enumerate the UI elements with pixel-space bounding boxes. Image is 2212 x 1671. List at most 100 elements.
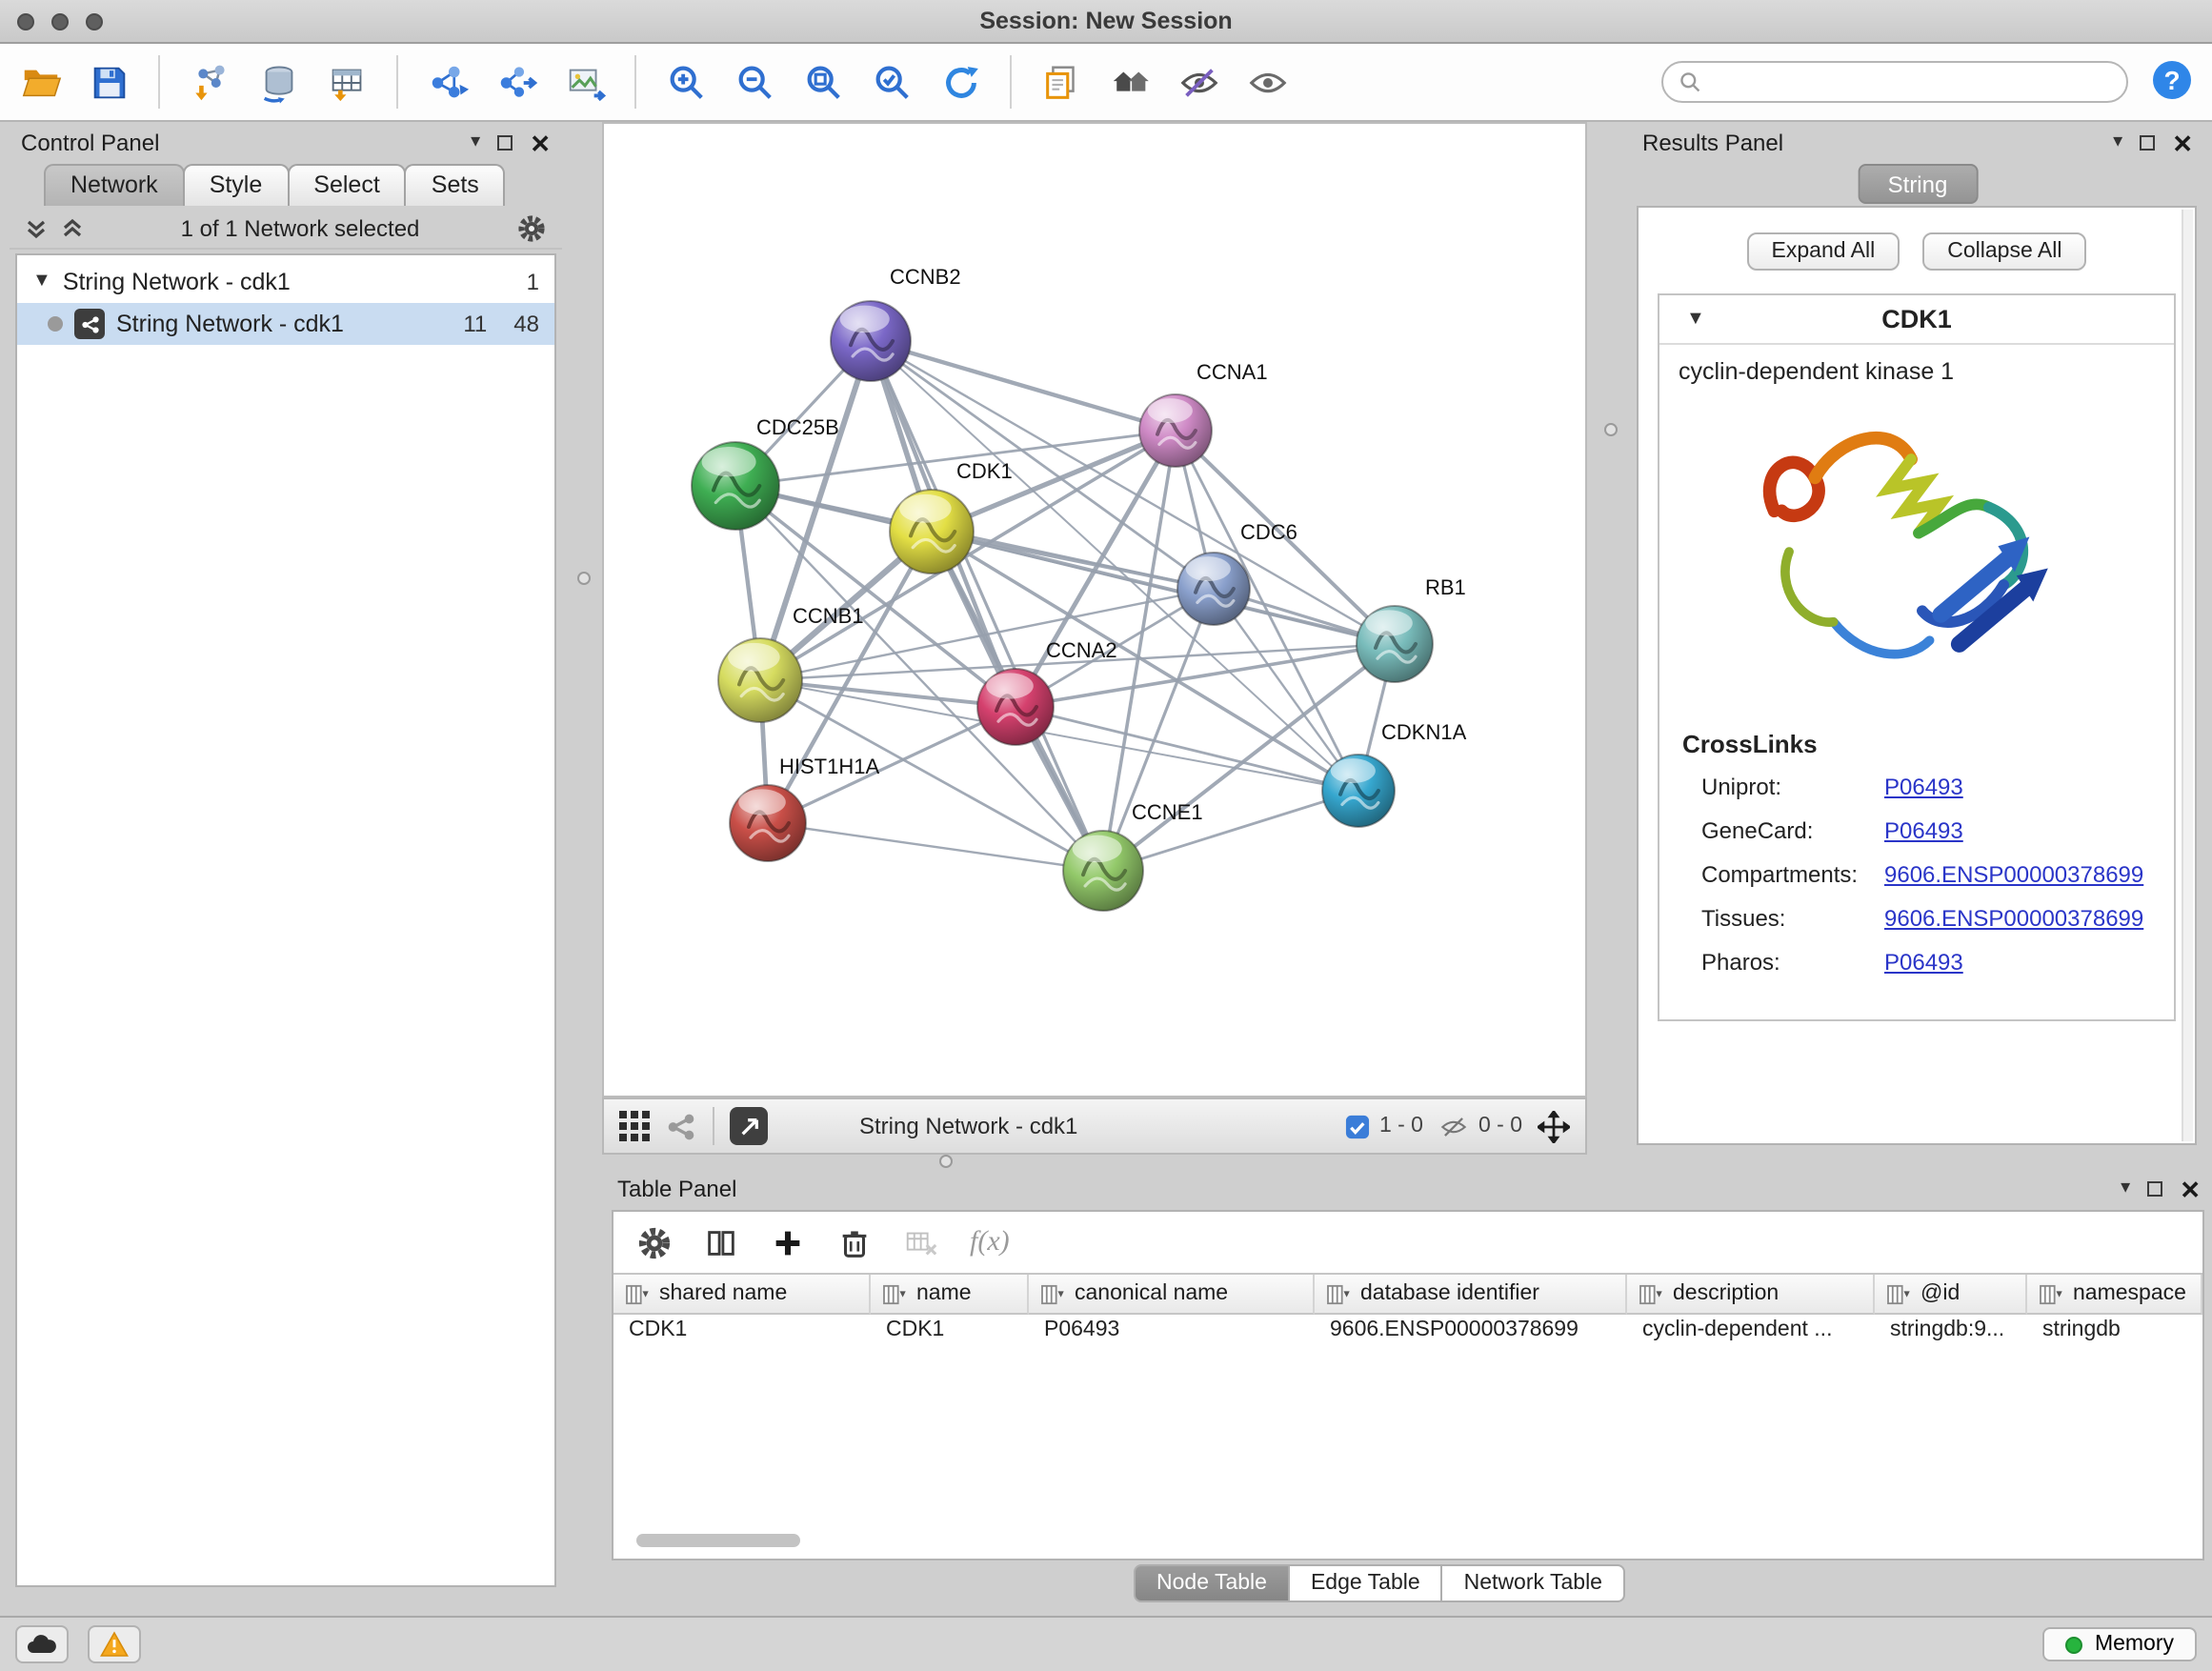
tab-node-table[interactable]: Node Table xyxy=(1134,1564,1290,1602)
search-input[interactable] xyxy=(1711,70,2111,93)
zoom-selected-button[interactable] xyxy=(867,55,916,109)
zoom-in-button[interactable] xyxy=(661,55,711,109)
network-graph[interactable]: CCNB2CCNA1CDC25BCDK1CDC6RB1CCNB1CCNA2CDK… xyxy=(604,124,1585,1096)
column-sort-icon[interactable] xyxy=(625,1283,650,1304)
close-panel-icon[interactable]: ✕ xyxy=(2172,131,2193,155)
results-scrollbar[interactable] xyxy=(2182,210,2193,1141)
refresh-view-button[interactable] xyxy=(935,55,985,109)
column-sort-icon[interactable] xyxy=(1886,1283,1911,1304)
tab-network-table[interactable]: Network Table xyxy=(1441,1564,1625,1602)
left-splitter-grip[interactable] xyxy=(577,572,591,585)
column-header[interactable]: namespace xyxy=(2027,1275,2202,1315)
collection-disclosure-icon[interactable]: ▼ xyxy=(32,272,51,292)
crosslink-link[interactable]: 9606.ENSP00000378699 xyxy=(1884,861,2143,888)
expand-all-button[interactable]: Expand All xyxy=(1747,232,1900,271)
float-panel-icon[interactable] xyxy=(2147,1181,2162,1197)
table-cell[interactable]: stringdb:9... xyxy=(1875,1315,2027,1353)
tab-style[interactable]: Style xyxy=(183,164,290,206)
function-builder-icon[interactable]: f(x) xyxy=(970,1226,1010,1258)
column-sort-icon[interactable] xyxy=(882,1283,907,1304)
network-node-ccna1[interactable]: CCNA1 xyxy=(1139,360,1268,467)
column-sort-icon[interactable] xyxy=(1639,1283,1663,1304)
panel-menu-icon[interactable]: ▾ xyxy=(471,133,480,152)
close-panel-icon[interactable]: ✕ xyxy=(2180,1177,2201,1201)
help-button[interactable]: ? xyxy=(2147,57,2197,107)
table-cell[interactable]: P06493 xyxy=(1029,1315,1315,1353)
float-panel-icon[interactable] xyxy=(2140,135,2155,151)
copy-view-button[interactable] xyxy=(1036,55,1086,109)
network-row-selected[interactable]: String Network - cdk1 11 48 xyxy=(17,303,554,345)
delete-column-trash-icon[interactable] xyxy=(836,1224,873,1260)
expand-all-networks-icon[interactable] xyxy=(25,217,48,240)
network-edge[interactable] xyxy=(932,532,1395,644)
pan-mode-icon[interactable] xyxy=(1538,1110,1570,1142)
column-header[interactable]: description xyxy=(1627,1275,1875,1315)
birds-eye-view-icon[interactable] xyxy=(619,1111,650,1141)
save-session-button[interactable] xyxy=(84,55,133,109)
zoom-fit-button[interactable] xyxy=(798,55,848,109)
crosslink-link[interactable]: P06493 xyxy=(1884,774,1963,800)
column-header[interactable]: database identifier xyxy=(1315,1275,1627,1315)
network-edge[interactable] xyxy=(768,823,1103,871)
collapse-all-networks-icon[interactable] xyxy=(61,217,84,240)
export-network-button[interactable] xyxy=(492,55,541,109)
float-panel-icon[interactable] xyxy=(497,135,513,151)
tab-select[interactable]: Select xyxy=(287,164,407,206)
close-panel-icon[interactable]: ✕ xyxy=(530,131,551,155)
horizontal-scrollbar-thumb[interactable] xyxy=(636,1534,800,1547)
hide-selected-button[interactable] xyxy=(1174,55,1223,109)
network-share-icon[interactable] xyxy=(665,1110,697,1142)
network-node-hist1h1a[interactable]: HIST1H1A xyxy=(730,755,879,861)
crosslink-link[interactable]: 9606.ENSP00000378699 xyxy=(1884,905,2143,932)
network-node-ccna2[interactable]: CCNA2 xyxy=(977,638,1117,745)
annotation-mode-button[interactable] xyxy=(730,1107,768,1145)
results-tab-string[interactable]: String xyxy=(1858,164,1979,204)
create-column-plus-icon[interactable] xyxy=(770,1224,806,1260)
table-cell[interactable]: CDK1 xyxy=(613,1315,871,1353)
table-cell[interactable]: CDK1 xyxy=(871,1315,1029,1353)
column-header[interactable]: canonical name xyxy=(1029,1275,1315,1315)
column-header[interactable]: shared name xyxy=(613,1275,871,1315)
network-node-cdk1[interactable]: CDK1 xyxy=(890,459,1013,574)
import-network-database-button[interactable] xyxy=(253,55,303,109)
card-disclosure-icon[interactable]: ▼ xyxy=(1686,310,1705,329)
panel-menu-icon[interactable]: ▾ xyxy=(2113,133,2122,152)
panel-menu-icon[interactable]: ▾ xyxy=(2121,1179,2130,1198)
bottom-splitter-grip[interactable] xyxy=(939,1155,953,1168)
hidden-eye-icon[interactable] xyxy=(1438,1114,1469,1138)
table-cell[interactable]: stringdb xyxy=(2027,1315,2202,1353)
memory-button[interactable]: Memory xyxy=(2043,1627,2197,1661)
crosslink-link[interactable]: P06493 xyxy=(1884,949,1963,976)
cloud-status-button[interactable] xyxy=(15,1625,69,1663)
column-sort-icon[interactable] xyxy=(2039,1283,2063,1304)
collapse-all-button[interactable]: Collapse All xyxy=(1922,232,2086,271)
toolbar-search[interactable] xyxy=(1661,61,2128,103)
network-edge[interactable] xyxy=(871,341,1176,431)
warnings-button[interactable] xyxy=(88,1625,141,1663)
home-button[interactable] xyxy=(1105,55,1155,109)
import-table-file-button[interactable] xyxy=(322,55,372,109)
open-session-button[interactable] xyxy=(15,55,65,109)
right-splitter-grip[interactable] xyxy=(1604,423,1618,436)
show-columns-icon[interactable] xyxy=(703,1224,739,1260)
column-sort-icon[interactable] xyxy=(1326,1283,1351,1304)
network-collection-row[interactable]: ▼ String Network - cdk1 1 xyxy=(17,261,554,303)
import-network-file-button[interactable] xyxy=(185,55,234,109)
new-network-from-selection-button[interactable] xyxy=(423,55,473,109)
tab-network[interactable]: Network xyxy=(44,164,185,206)
network-edge[interactable] xyxy=(871,341,1103,871)
column-sort-icon[interactable] xyxy=(1040,1283,1065,1304)
table-cell[interactable]: 9606.ENSP00000378699 xyxy=(1315,1315,1627,1353)
tab-sets[interactable]: Sets xyxy=(405,164,506,206)
column-header[interactable]: name xyxy=(871,1275,1029,1315)
column-header[interactable]: @id xyxy=(1875,1275,2027,1315)
network-node-cdkn1a[interactable]: CDKN1A xyxy=(1322,720,1467,827)
tab-edge-table[interactable]: Edge Table xyxy=(1288,1564,1443,1602)
selected-checkbox-icon[interactable] xyxy=(1345,1114,1370,1138)
zoom-out-button[interactable] xyxy=(730,55,779,109)
network-canvas[interactable]: CCNB2CCNA1CDC25BCDK1CDC6RB1CCNB1CCNA2CDK… xyxy=(602,122,1587,1097)
network-node-ccne1[interactable]: CCNE1 xyxy=(1063,800,1203,911)
table-cell[interactable]: cyclin-dependent ... xyxy=(1627,1315,1875,1353)
network-options-gear-icon[interactable] xyxy=(516,213,547,244)
network-node-rb1[interactable]: RB1 xyxy=(1357,575,1466,682)
